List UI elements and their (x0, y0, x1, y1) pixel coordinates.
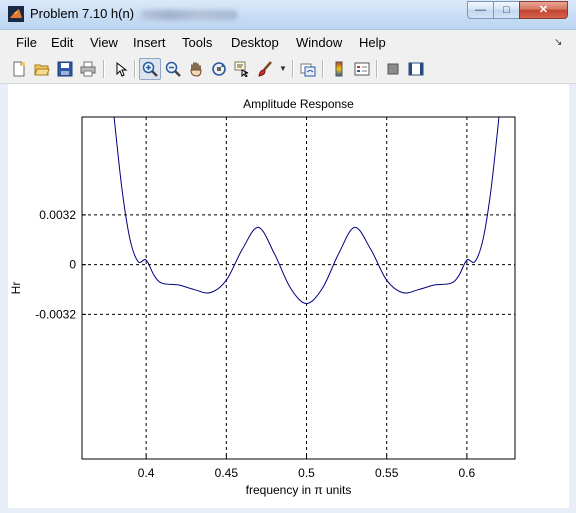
open-file-button[interactable] (31, 58, 53, 80)
chart-title: Amplitude Response (243, 97, 354, 111)
window-border-right (569, 84, 576, 513)
maximize-button[interactable]: □ (493, 1, 520, 19)
print-icon (80, 61, 96, 77)
zoom-out-icon (165, 61, 181, 77)
hide-plot-tools-icon (387, 63, 399, 75)
menu-file[interactable]: File (16, 35, 37, 50)
brush-button[interactable] (254, 58, 276, 80)
save-icon (57, 61, 73, 77)
show-plot-tools-icon (408, 62, 424, 76)
window-border-bottom (0, 508, 576, 513)
window-border-left (0, 84, 8, 513)
maximize-icon: □ (503, 3, 510, 16)
new-figure-button[interactable] (8, 58, 30, 80)
menu-window[interactable]: Window (296, 35, 342, 50)
blurred-title-suffix (140, 9, 239, 20)
window-title: Problem 7.10 h(n) (30, 6, 239, 21)
link-plot-button[interactable] (297, 58, 319, 80)
y-tick-label: 0.0032 (39, 208, 76, 222)
figure-toolbar: ▼ (0, 54, 576, 84)
data-cursor-icon (234, 61, 249, 77)
colorbar-button[interactable] (328, 58, 350, 80)
y-axis-label: Hr (9, 282, 23, 295)
menu-view[interactable]: View (90, 35, 118, 50)
open-file-icon (34, 64, 50, 76)
show-plot-tools-button[interactable] (405, 58, 427, 80)
link-plot-icon (300, 63, 316, 77)
save-button[interactable] (54, 58, 76, 80)
legend-button[interactable] (351, 58, 373, 80)
pan-hand-icon (190, 62, 202, 77)
menu-edit[interactable]: Edit (51, 35, 73, 50)
menu-bar: File Edit View Insert Tools Desktop Wind… (0, 30, 576, 54)
title-bar[interactable]: Problem 7.10 h(n) — □ ✕ (0, 0, 576, 30)
minimize-button[interactable]: — (467, 1, 494, 19)
rotate-3d-button[interactable] (208, 58, 230, 80)
legend-icon (354, 62, 370, 76)
toolbar-separator (376, 60, 378, 78)
colorbar-icon (335, 61, 343, 77)
figure-canvas[interactable]: Amplitude Response frequency in π units … (8, 84, 569, 508)
brush-icon (258, 61, 272, 77)
matlab-logo-icon (8, 6, 24, 22)
grid-lines (82, 117, 515, 459)
zoom-in-button[interactable] (139, 58, 161, 80)
x-tick-label: 0.5 (298, 466, 315, 480)
figure-window: Problem 7.10 h(n) — □ ✕ File Edit View I… (0, 0, 576, 513)
x-tick-label: 0.6 (459, 466, 476, 480)
x-tick-label: 0.55 (375, 466, 399, 480)
toolbar-separator (292, 60, 294, 78)
y-tick-label: -0.0032 (35, 307, 76, 321)
minimize-icon: — (475, 3, 486, 16)
edit-plot-arrow-icon (116, 61, 128, 77)
new-figure-icon (13, 61, 25, 77)
data-cursor-button[interactable] (231, 58, 253, 80)
dock-arrow-icon[interactable]: ↘ (554, 37, 562, 48)
x-tick-label: 0.4 (138, 466, 155, 480)
menu-help[interactable]: Help (359, 35, 386, 50)
print-button[interactable] (77, 58, 99, 80)
brush-dropdown-icon[interactable]: ▼ (279, 64, 287, 73)
menu-desktop[interactable]: Desktop (231, 35, 279, 50)
rotate-3d-icon (212, 62, 226, 76)
menu-tools[interactable]: Tools (182, 35, 212, 50)
tick-layer: 0.4 0.45 0.5 0.55 0.6 -0.0032 0 0.0032 (35, 208, 475, 480)
menu-insert[interactable]: Insert (133, 35, 166, 50)
y-tick-label: 0 (69, 258, 76, 272)
zoom-in-icon (142, 61, 158, 77)
close-icon: ✕ (538, 3, 549, 16)
amplitude-response-plot[interactable]: Amplitude Response frequency in π units … (8, 84, 569, 508)
x-tick-label: 0.45 (215, 466, 239, 480)
x-axis-label: frequency in π units (246, 483, 352, 497)
toolbar-separator (103, 60, 105, 78)
pan-button[interactable] (185, 58, 207, 80)
axes-box (81, 116, 516, 460)
hide-plot-tools-button[interactable] (382, 58, 404, 80)
close-button[interactable]: ✕ (519, 1, 568, 19)
toolbar-separator (322, 60, 324, 78)
zoom-out-button[interactable] (162, 58, 184, 80)
toolbar-separator (134, 60, 136, 78)
edit-plot-button[interactable] (109, 58, 131, 80)
